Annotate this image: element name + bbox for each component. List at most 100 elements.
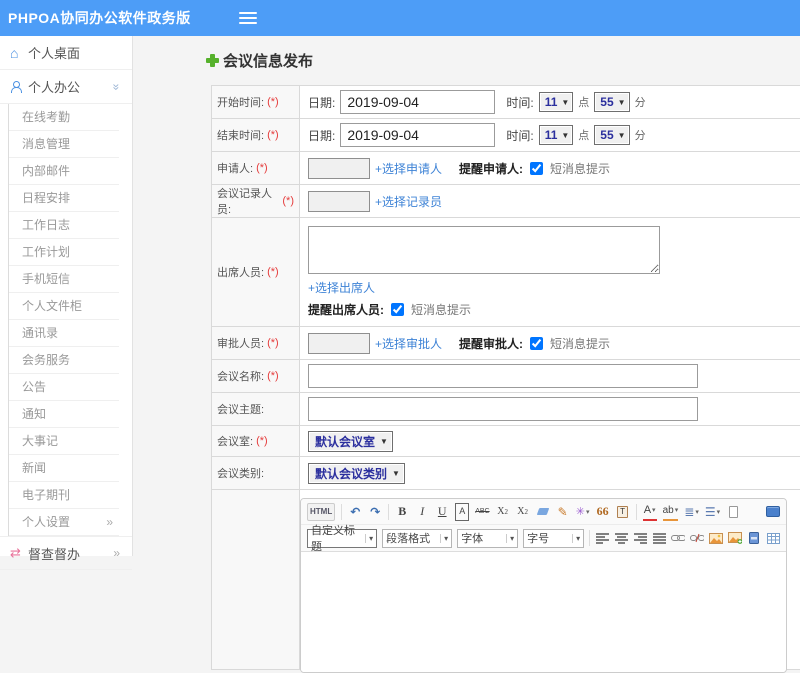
sidebar-item-ejournal[interactable]: 电子期刊 [9,482,119,509]
form-row-content-editor: HTML ↶ ↷ B I U A ABC X2 X2 ✎ ✳ ▾ 66 T A … [212,490,800,673]
sidebar-item-personal-settings[interactable]: 个人设置 » [9,509,119,536]
choose-recorder-link[interactable]: +选择记录员 [375,193,442,210]
chevron-down-icon: ▼ [561,97,570,107]
sidebar-item-work-log[interactable]: 工作日志 [9,212,119,239]
format-painter-icon[interactable]: ✎ [556,503,570,521]
sidebar-item-schedule[interactable]: 日程安排 [9,185,119,212]
align-center-button[interactable] [614,529,628,547]
superscript-button[interactable]: X2 [496,503,510,521]
choose-attendees-link[interactable]: +选择出席人 [308,279,375,296]
meeting-room-select[interactable]: 默认会议室 ▼ [308,430,393,452]
undo-icon[interactable]: ↶ [348,503,362,521]
font-size-select[interactable]: 字号 ▾ [523,528,585,548]
sidebar-item-messages[interactable]: 消息管理 [9,131,119,158]
editor-toolbar-row2: 自定义标题 ▾ 段落格式 ▾ 字体 ▾ 字号 ▾ [301,525,786,553]
char-border-button[interactable]: A [455,502,470,521]
subscript-button[interactable]: X2 [516,503,530,521]
choose-approver-link[interactable]: +选择审批人 [375,335,442,352]
attendees-sms-checkbox[interactable] [391,303,404,316]
sidebar-item-events[interactable]: 大事记 [9,428,119,455]
form-row-start-time: 开始时间:(*) 日期: 时间: 11▼ 点 55▼ 分 [212,86,800,119]
sidebar-item-file-cabinet[interactable]: 个人文件柜 [9,293,119,320]
start-minute-select[interactable]: 55 ▼ [594,92,630,112]
html-source-button[interactable]: HTML [307,502,336,521]
font-color-button[interactable]: A ▾ [642,503,657,521]
justify-button[interactable] [652,529,666,547]
sidebar-item-personal-office[interactable]: 个人办公 » [0,70,132,104]
link-icon[interactable] [671,529,685,547]
font-family-select[interactable]: 字体 ▾ [457,528,519,548]
ordered-list-button[interactable]: ≣ ▾ [684,503,699,521]
chevron-down-icon: ▼ [617,97,626,107]
image-upload-icon[interactable] [728,529,742,547]
heading-select[interactable]: 自定义标题 ▾ [307,525,378,553]
form-row-meeting-name: 会议名称: (*) [212,360,800,393]
choose-applicant-link[interactable]: +选择申请人 [375,160,442,177]
form-row-meeting-subject: 会议主题: [212,393,800,426]
auto-typeset-icon[interactable]: ✳ ▾ [576,503,590,521]
paragraph-select[interactable]: 段落格式 ▾ [382,528,453,548]
strikethrough-button[interactable]: ABC [475,503,489,521]
form-row-applicant: 申请人: (*) +选择申请人 提醒申请人: 短消息提示 [212,152,800,185]
end-hour-select[interactable]: 11 ▼ [538,125,574,145]
form-row-meeting-room: 会议室: (*) 默认会议室 ▼ [212,426,800,457]
unlink-icon[interactable] [690,529,704,547]
applicant-sms-checkbox[interactable] [530,161,544,175]
remove-format-icon[interactable] [536,503,550,521]
applicant-input[interactable] [308,157,370,179]
unordered-list-button[interactable]: ☰ ▾ [705,503,720,521]
approver-input[interactable] [308,332,370,354]
approver-sms-checkbox[interactable] [530,336,544,350]
sidebar-submenu: 在线考勤 消息管理 内部邮件 日程安排 工作日志 工作计划 手机短信 个人文件柜… [8,104,132,536]
end-minute-select[interactable]: 55 ▼ [594,125,630,145]
plus-icon [206,54,219,67]
highlight-button[interactable]: ab ▾ [662,503,679,521]
start-date-input[interactable] [340,90,496,114]
attendees-textarea[interactable] [308,226,660,274]
sidebar-item-supervision[interactable]: ⇄ 督查督办 » [0,536,132,570]
meeting-subject-input[interactable] [308,397,698,421]
sidebar-item-work-plan[interactable]: 工作计划 [9,239,119,266]
start-hour-select[interactable]: 11 ▼ [538,92,574,112]
attendees-label: 出席人员: [217,267,265,279]
sidebar-item-sms[interactable]: 手机短信 [9,266,119,293]
form-row-meeting-category: 会议类别: 默认会议类别 ▼ [212,457,800,490]
chevron-down-icon: ▾ [572,533,580,543]
sidebar-item-contacts[interactable]: 通讯录 [9,320,119,347]
meeting-name-input[interactable] [308,364,698,388]
fullscreen-icon[interactable] [766,506,780,517]
image-icon[interactable] [709,529,723,547]
minute-suffix: 分 [634,97,646,109]
sidebar-item-meeting-service[interactable]: 会务服务 [9,347,119,374]
recorder-label: 会议记录人员: [217,188,272,216]
underline-button[interactable]: U [435,503,449,521]
table-icon[interactable] [766,529,780,547]
sidebar-item-internal-mail[interactable]: 内部邮件 [9,158,119,185]
meeting-form: 开始时间:(*) 日期: 时间: 11▼ 点 55▼ 分 结束时间:(*) 日期… [211,85,800,673]
paste-icon[interactable]: T [616,503,630,521]
end-date-input[interactable] [340,123,496,147]
user-icon [10,80,22,93]
blockquote-icon[interactable]: 66 [596,503,610,521]
italic-button[interactable]: I [415,503,429,521]
chevron-down-icon: ▼ [380,436,388,446]
new-page-icon[interactable] [726,503,740,521]
align-left-button[interactable] [595,529,609,547]
bold-button[interactable]: B [395,503,409,521]
sidebar-item-announcement[interactable]: 公告 [9,374,119,401]
sidebar-item-desktop[interactable]: ⌂ 个人桌面 [0,36,132,70]
align-right-button[interactable] [633,529,647,547]
home-icon: ⌂ [10,44,19,61]
sidebar-item-notice[interactable]: 通知 [9,401,119,428]
meeting-room-label: 会议室: [217,436,254,448]
recorder-input[interactable] [308,190,370,212]
chevron-double-right-icon: » [106,514,113,529]
editor-content-area[interactable] [301,552,786,672]
sidebar-item-attendance[interactable]: 在线考勤 [9,104,119,131]
media-icon[interactable] [747,529,761,547]
redo-icon[interactable]: ↷ [368,503,382,521]
meeting-category-select[interactable]: 默认会议类别 ▼ [308,462,405,484]
menu-hamburger-icon[interactable] [238,9,257,27]
form-row-attendees: 出席人员: (*) +选择出席人 提醒出席人员: 短消息提示 [212,218,800,327]
sidebar-item-news[interactable]: 新闻 [9,455,119,482]
